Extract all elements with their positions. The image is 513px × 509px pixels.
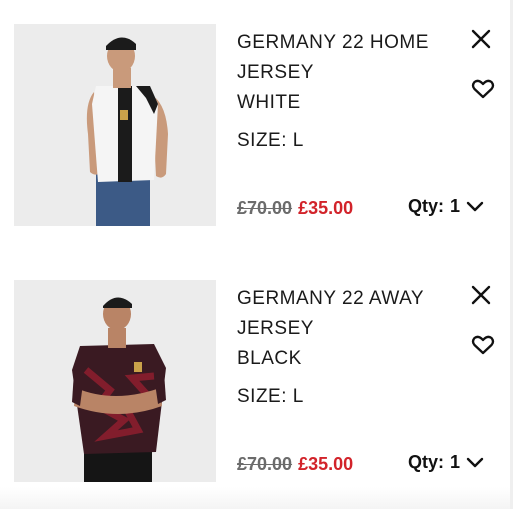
- product-name-line: GERMANY 22 HOME: [237, 32, 429, 53]
- model-home-jersey-illustration: [14, 24, 216, 226]
- size-value: L: [292, 386, 304, 407]
- sale-price: £35.00: [298, 454, 354, 474]
- cart-item-list: GERMANY 22 HOME JERSEY WHITE SIZE: L £70…: [0, 0, 513, 509]
- product-name[interactable]: GERMANY 22 HOME JERSEY WHITE: [237, 28, 447, 118]
- size-label: SIZE:: [237, 386, 288, 407]
- sale-price: £35.00: [298, 198, 354, 218]
- price: £70.00 £35.00: [237, 198, 353, 219]
- product-image[interactable]: [14, 24, 216, 226]
- product-name-line: JERSEY: [237, 318, 314, 339]
- heart-icon[interactable]: [471, 334, 495, 356]
- product-color: BLACK: [237, 348, 302, 369]
- chevron-down-icon: [466, 201, 484, 211]
- close-icon[interactable]: [470, 284, 492, 306]
- cart-item: GERMANY 22 HOME JERSEY WHITE SIZE: L £70…: [0, 0, 513, 226]
- product-size: SIZE: L: [237, 130, 304, 152]
- product-size: SIZE: L: [237, 386, 304, 408]
- model-away-jersey-illustration: [14, 280, 216, 482]
- original-price: £70.00: [237, 198, 293, 218]
- price: £70.00 £35.00: [237, 454, 353, 475]
- quantity-dropdown[interactable]: Qty: 1: [408, 452, 484, 473]
- product-name-line: JERSEY: [237, 62, 314, 83]
- size-value: L: [292, 130, 304, 151]
- quantity-dropdown[interactable]: Qty: 1: [408, 196, 484, 217]
- product-color: WHITE: [237, 92, 301, 113]
- qty-value: 1: [450, 196, 461, 216]
- qty-label: Qty:: [408, 196, 444, 216]
- product-name-line: GERMANY 22 AWAY: [237, 288, 424, 309]
- bottom-shadow: [0, 487, 513, 509]
- original-price: £70.00: [237, 454, 293, 474]
- size-label: SIZE:: [237, 130, 288, 151]
- cart-item: GERMANY 22 AWAY JERSEY BLACK SIZE: L £70…: [0, 256, 513, 482]
- qty-value: 1: [450, 452, 461, 472]
- product-name[interactable]: GERMANY 22 AWAY JERSEY BLACK: [237, 284, 447, 374]
- close-icon[interactable]: [470, 28, 492, 50]
- chevron-down-icon: [466, 457, 484, 467]
- heart-icon[interactable]: [471, 78, 495, 100]
- product-image[interactable]: [14, 280, 216, 482]
- qty-label: Qty:: [408, 452, 444, 472]
